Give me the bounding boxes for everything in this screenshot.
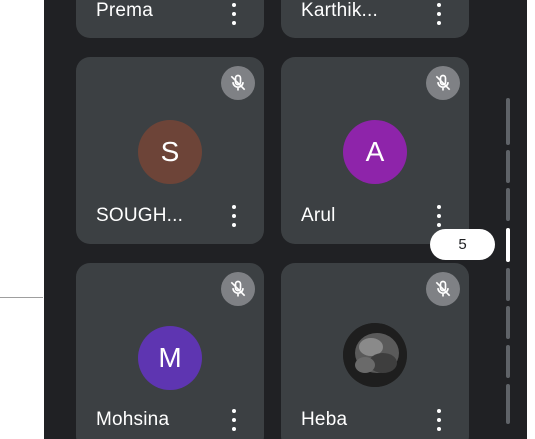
more-options-icon[interactable] (431, 406, 447, 434)
scroll-track (506, 98, 510, 145)
mic-off-icon (426, 272, 460, 306)
participant-tile-arul[interactable]: A Arul (281, 57, 469, 244)
avatar: A (343, 120, 407, 184)
window-edge (527, 0, 535, 439)
participant-name: Karthik... (301, 0, 378, 21)
mic-off-icon (221, 66, 255, 100)
scroll-track (506, 306, 510, 339)
scroll-track (506, 384, 510, 424)
more-options-icon[interactable] (226, 0, 242, 28)
scroll-track (506, 150, 510, 183)
more-options-icon[interactable] (431, 202, 447, 230)
page-indicator: 5 (430, 229, 495, 260)
participant-grid: Prema Karthik... S SOUGH... A Arul M Moh… (44, 0, 527, 439)
participant-tile-sough[interactable]: S SOUGH... (76, 57, 264, 244)
participant-name: SOUGH... (96, 205, 184, 226)
divider-line (0, 297, 43, 298)
scroll-track (506, 345, 510, 378)
more-options-icon[interactable] (226, 202, 242, 230)
participant-name: Heba (301, 409, 348, 430)
scroll-thumb[interactable] (506, 228, 510, 262)
participant-tile-heba[interactable]: Heba (281, 263, 469, 439)
participant-name: Prema (96, 0, 153, 21)
mic-off-icon (221, 272, 255, 306)
mic-off-icon (426, 66, 460, 100)
participant-name: Arul (301, 205, 336, 226)
participant-tile-prema[interactable]: Prema (76, 0, 264, 38)
avatar: M (138, 326, 202, 390)
scroll-track (506, 268, 510, 301)
avatar-photo (343, 323, 407, 387)
participant-name: Mohsina (96, 409, 170, 430)
scroll-track (506, 188, 510, 221)
participant-tile-mohsina[interactable]: M Mohsina (76, 263, 264, 439)
more-options-icon[interactable] (431, 0, 447, 28)
avatar: S (138, 120, 202, 184)
more-options-icon[interactable] (226, 406, 242, 434)
participant-tile-karthik[interactable]: Karthik... (281, 0, 469, 38)
